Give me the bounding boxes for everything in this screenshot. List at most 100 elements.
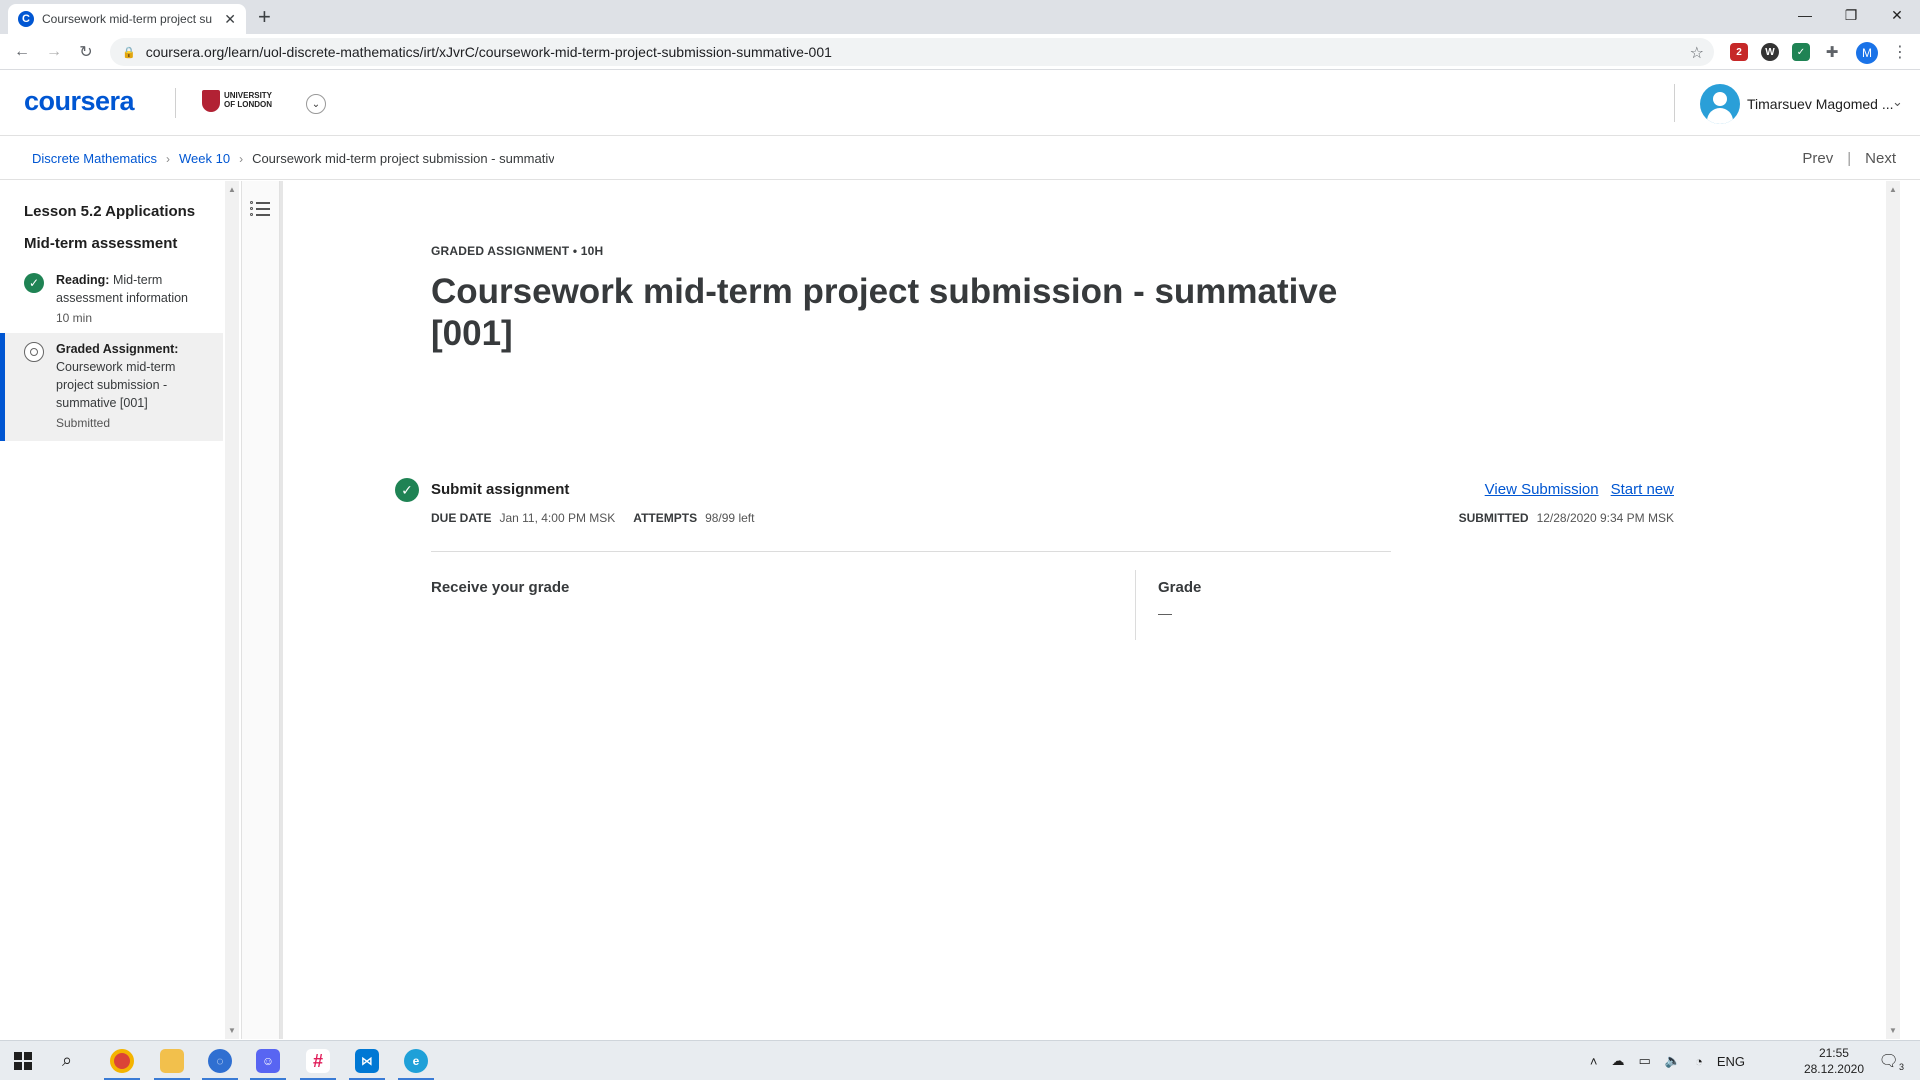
submitted-label: SUBMITTED [1458, 511, 1529, 525]
attempts-label: ATTEMPTS [633, 511, 698, 525]
battery-icon[interactable]: ▭ [1638, 1053, 1650, 1069]
sidebar-scrollbar[interactable]: ▲ ▼ [225, 181, 239, 1039]
due-date-value: Jan 11, 4:00 PM MSK [499, 511, 616, 525]
windows-start-icon[interactable] [14, 1052, 32, 1070]
section-title: Mid-term assessment [24, 235, 178, 252]
vscode-taskbar-icon[interactable]: ⋈ [343, 1041, 391, 1080]
submission-actions: View Submission Start new [1473, 481, 1674, 498]
grade-divider [1135, 570, 1136, 640]
graded-assignment-icon [24, 342, 44, 362]
wifi-icon[interactable]: ◔ [1695, 1054, 1703, 1069]
university-crest-icon [202, 90, 220, 112]
breadcrumb-current: Coursework mid-term project submission -… [252, 151, 555, 166]
main-scrollbar[interactable]: ▲ ▼ [1886, 181, 1900, 1039]
extension-ublock-icon[interactable]: 2 [1730, 43, 1748, 61]
lock-icon[interactable]: 🔒 [122, 46, 136, 59]
submitted-value: 12/28/2020 9:34 PM MSK [1536, 511, 1674, 525]
input-language[interactable]: ENG [1717, 1054, 1745, 1069]
breadcrumb-week-link[interactable]: Week 10 [179, 151, 230, 166]
grade-label: Grade [1158, 579, 1202, 596]
section-divider [431, 551, 1391, 552]
extension-badge: 2 [1736, 46, 1742, 58]
breadcrumb-bar: Discrete Mathematics › Week 10 › Coursew… [0, 137, 1920, 180]
address-bar[interactable]: 🔒 coursera.org/learn/uol-discrete-mathem… [110, 38, 1714, 66]
search-icon[interactable]: ⌕ [62, 1050, 72, 1071]
coursera-favicon-icon: C [18, 11, 34, 27]
system-clock[interactable]: 21:55 28.12.2020 [1804, 1045, 1864, 1077]
user-name[interactable]: Timarsuev Magomed ... [1747, 96, 1894, 112]
item-type-label: Reading: [56, 273, 110, 287]
view-submission-link[interactable]: View Submission [1485, 481, 1599, 498]
item-duration: 10 min [56, 311, 93, 325]
chrome-taskbar-icon[interactable] [98, 1041, 146, 1080]
site-header: coursera UNIVERSITY OF LONDON ⌄ Timarsue… [0, 70, 1920, 136]
browser-profile-avatar[interactable]: M [1856, 42, 1878, 64]
chevron-right-icon: › [165, 151, 170, 166]
scroll-up-icon[interactable]: ▲ [228, 185, 236, 194]
start-new-link[interactable]: Start new [1611, 481, 1674, 498]
attempts-value: 98/99 left [705, 511, 755, 525]
partner-logo[interactable]: UNIVERSITY OF LONDON [224, 91, 272, 109]
bookmark-star-icon[interactable]: ☆ [1690, 43, 1704, 63]
new-tab-button[interactable]: + [258, 5, 271, 29]
header-divider [175, 88, 176, 118]
notifications-icon[interactable]: 🗨3 [1879, 1051, 1904, 1072]
restore-window-button[interactable]: ❐ [1828, 0, 1874, 30]
extensions-puzzle-icon[interactable]: ✚ [1823, 43, 1841, 61]
completed-check-icon: ✓ [24, 273, 44, 293]
minimize-window-button[interactable]: — [1782, 0, 1828, 30]
extension-dark-icon[interactable]: W [1761, 43, 1779, 61]
receive-grade-title: Receive your grade [431, 579, 570, 596]
chevron-right-icon: › [239, 151, 244, 166]
sidebar-item-reading[interactable]: ✓ Reading: Mid-term assessment informati… [0, 271, 223, 333]
close-window-button[interactable]: ✕ [1874, 0, 1920, 30]
lesson-sidebar: Lesson 5.2 Applications Mid-term assessm… [0, 181, 223, 1039]
breadcrumb: Discrete Mathematics › Week 10 › Coursew… [32, 151, 554, 166]
onedrive-cloud-icon[interactable]: ☁ [1611, 1053, 1624, 1069]
nav-divider: | [1847, 150, 1852, 167]
coursera-logo[interactable]: coursera [24, 86, 135, 117]
notification-count: 3 [1898, 1062, 1904, 1073]
course-outline-list-icon[interactable] [250, 197, 272, 219]
extension-shield-icon[interactable]: ✓ [1792, 43, 1810, 61]
messenger-taskbar-icon[interactable]: ◌ [196, 1041, 244, 1080]
submit-step-title: Submit assignment [431, 481, 570, 498]
show-hidden-icons-icon[interactable]: ˄ [1590, 1054, 1598, 1069]
reload-icon[interactable]: ↻ [74, 40, 98, 64]
scroll-down-icon[interactable]: ▼ [1889, 1026, 1897, 1035]
clock-time: 21:55 [1818, 1046, 1849, 1060]
file-explorer-taskbar-icon[interactable] [148, 1041, 196, 1080]
sidebar-item-text: Graded Assignment: Coursework mid-term p… [56, 340, 206, 432]
breadcrumb-course-link[interactable]: Discrete Mathematics [32, 151, 157, 166]
partner-line1: UNIVERSITY [224, 91, 273, 100]
slack-taskbar-icon[interactable]: # [294, 1041, 342, 1080]
scroll-down-icon[interactable]: ▼ [228, 1026, 236, 1035]
close-tab-icon[interactable]: ✕ [224, 11, 236, 28]
item-type-label: Graded Assignment: [56, 342, 179, 356]
lesson-title: Lesson 5.2 Applications [24, 203, 196, 220]
prev-button[interactable]: Prev [1802, 150, 1833, 167]
edge-taskbar-icon[interactable]: e [392, 1041, 440, 1080]
sidebar-item-text: Reading: Mid-term assessment information… [56, 271, 206, 327]
browser-tab-strip: C Coursework mid-term project su ✕ + — ❐… [0, 0, 1920, 34]
back-icon[interactable]: ← [10, 40, 34, 64]
prev-next-nav: Prev | Next [1802, 150, 1896, 167]
user-menu-chevron-icon[interactable]: ⌄ [1892, 94, 1903, 110]
discord-taskbar-icon[interactable]: ☺ [244, 1041, 292, 1080]
outline-toggle-strip [241, 181, 283, 1039]
next-button[interactable]: Next [1865, 150, 1896, 167]
url-text: coursera.org/learn/uol-discrete-mathemat… [145, 44, 832, 60]
user-avatar[interactable] [1700, 84, 1740, 124]
assignment-meta: DUE DATE Jan 11, 4:00 PM MSK ATTEMPTS 98… [431, 511, 772, 525]
volume-icon[interactable]: 🔈 [1665, 1053, 1681, 1069]
partner-menu-chevron-icon[interactable]: ⌄ [306, 94, 326, 114]
forward-icon[interactable]: → [42, 40, 66, 64]
browser-menu-icon[interactable]: ⋮ [1892, 42, 1908, 62]
sidebar-item-graded-assignment[interactable]: Graded Assignment: Coursework mid-term p… [0, 333, 223, 441]
tab-title: Coursework mid-term project su [42, 12, 213, 26]
scroll-up-icon[interactable]: ▲ [1889, 185, 1897, 194]
item-title: Coursework mid-term project submission -… [56, 360, 176, 410]
grade-value: — [1158, 605, 1172, 621]
system-tray: ˄ ☁ ▭ 🔈 ◔ ENG [1576, 1053, 1745, 1069]
browser-tab-active[interactable]: C Coursework mid-term project su ✕ [8, 4, 246, 34]
